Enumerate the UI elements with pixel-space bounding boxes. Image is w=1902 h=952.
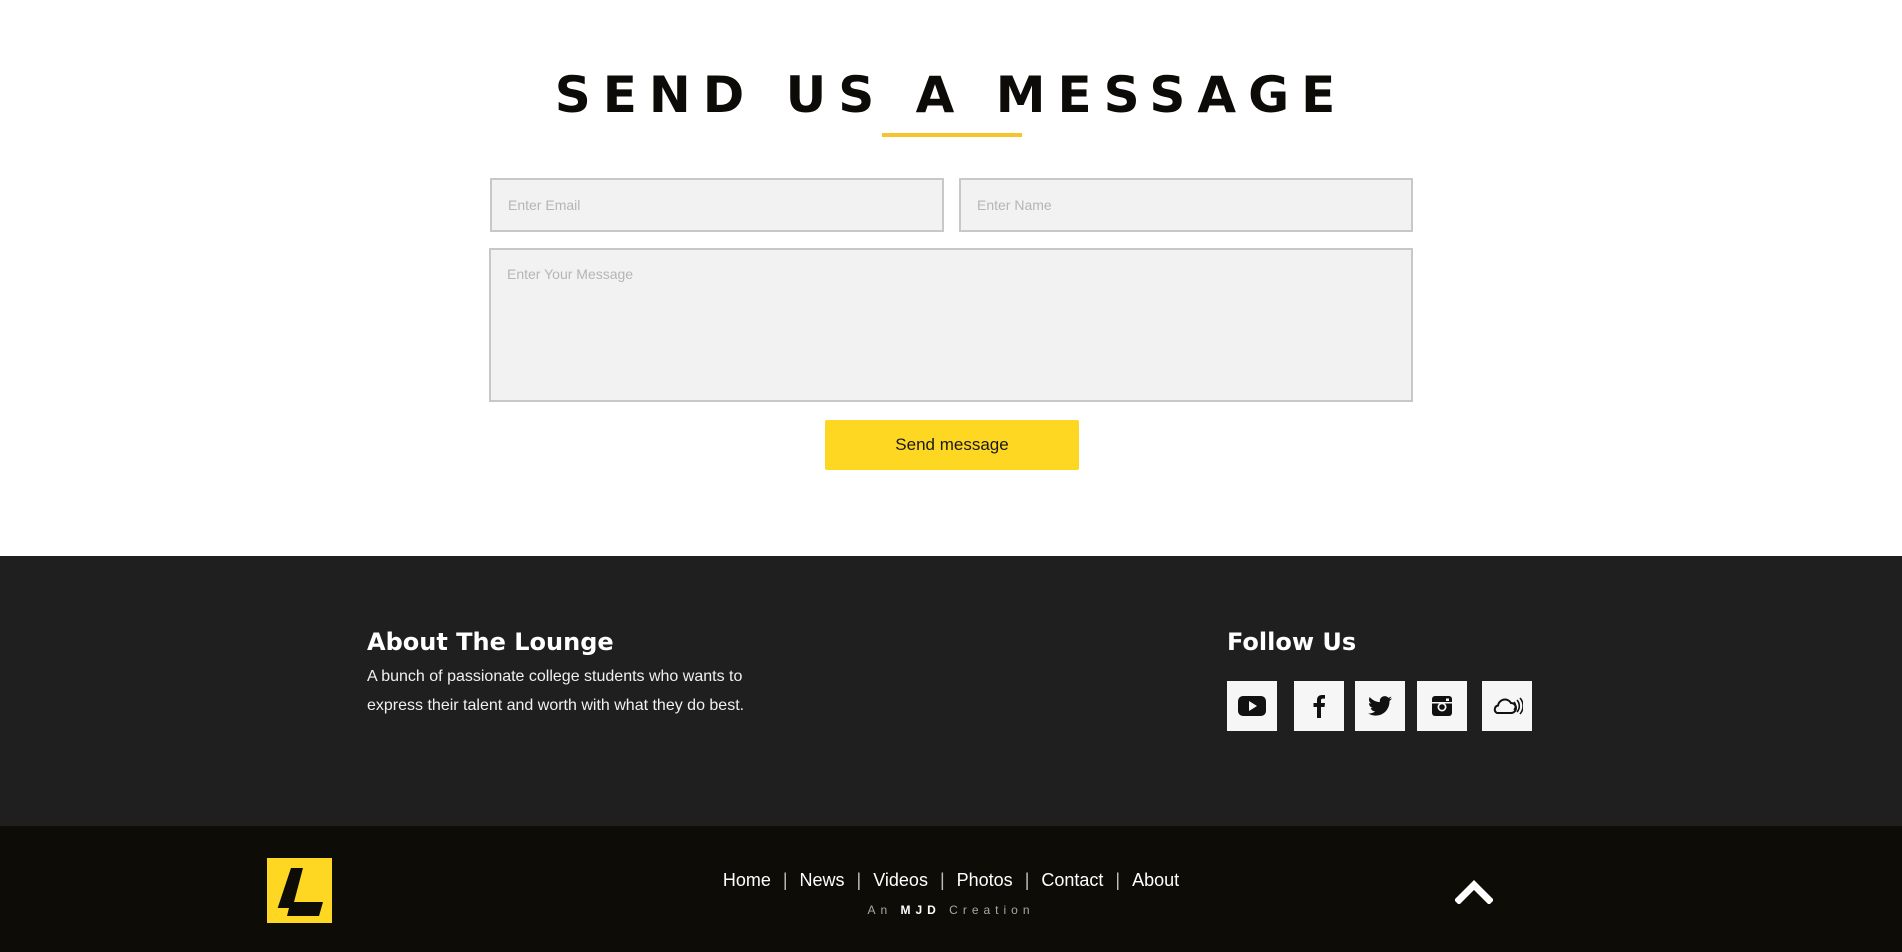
- nav-separator: |: [939, 870, 945, 890]
- about-text: A bunch of passionate college students w…: [367, 668, 745, 714]
- about-heading: About The Lounge: [367, 628, 614, 656]
- scroll-to-top-button[interactable]: [1454, 876, 1494, 905]
- bottom-bar: Home | News | Videos | Photos | Contact | About An…: [0, 826, 1902, 952]
- chevron-up-icon: [1454, 880, 1494, 905]
- credit-suffix: Creation: [949, 903, 1035, 917]
- name-field[interactable]: [959, 178, 1413, 232]
- twitter-icon: [1368, 696, 1392, 716]
- soundcloud-button[interactable]: [1482, 681, 1532, 731]
- page-title: SEND US A MESSAGE: [554, 66, 1348, 124]
- youtube-icon: [1238, 696, 1266, 716]
- nav-home[interactable]: Home: [723, 870, 771, 890]
- credit-prefix: An: [867, 903, 893, 917]
- instagram-button[interactable]: [1417, 681, 1467, 731]
- follow-heading: Follow Us: [1227, 628, 1357, 656]
- nav-separator: |: [1115, 870, 1121, 890]
- nav-news[interactable]: News: [800, 870, 845, 890]
- nav-about[interactable]: About: [1132, 870, 1179, 890]
- send-message-button[interactable]: Send message: [825, 420, 1079, 470]
- email-field[interactable]: [490, 178, 944, 232]
- message-field[interactable]: [489, 248, 1413, 402]
- nav-separator: |: [782, 870, 788, 890]
- footer-info-section: About The Lounge A bunch of passionate c…: [0, 556, 1902, 826]
- soundcloud-icon: [1493, 697, 1523, 715]
- nav-photos[interactable]: Photos: [957, 870, 1013, 890]
- footer-nav: Home | News | Videos | Photos | Contact | About: [0, 868, 1902, 892]
- facebook-icon: [1313, 695, 1325, 718]
- nav-separator: |: [1024, 870, 1030, 890]
- nav-videos[interactable]: Videos: [873, 870, 928, 890]
- credit-brand: MJD: [900, 903, 941, 917]
- twitter-button[interactable]: [1355, 681, 1405, 731]
- youtube-button[interactable]: [1227, 681, 1277, 731]
- contact-section: SEND US A MESSAGE Send message: [0, 0, 1902, 556]
- title-underline: [882, 133, 1022, 137]
- facebook-button[interactable]: [1294, 681, 1344, 731]
- nav-contact[interactable]: Contact: [1041, 870, 1103, 890]
- instagram-icon: [1432, 696, 1452, 716]
- credit-line: An MJD Creation: [0, 902, 1902, 918]
- nav-separator: |: [856, 870, 862, 890]
